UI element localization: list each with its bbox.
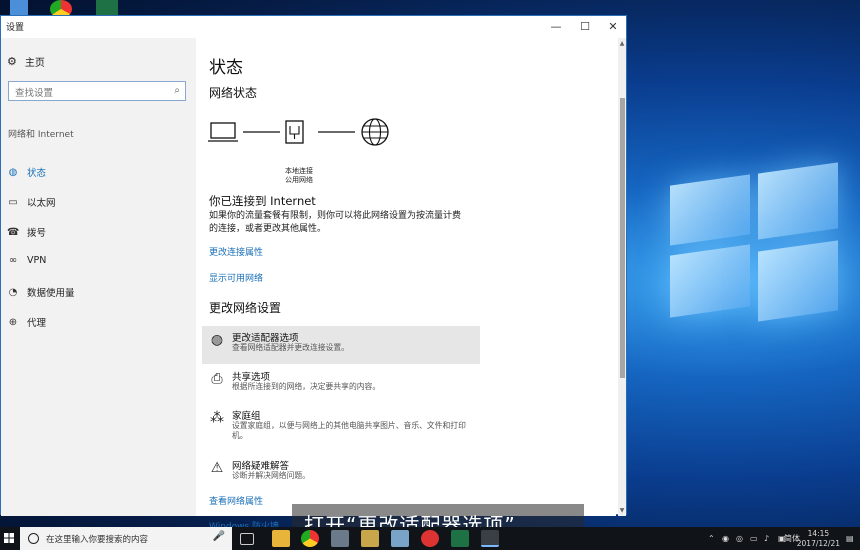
excel-taskbar-icon[interactable] (451, 530, 469, 547)
mail-icon[interactable] (331, 530, 349, 547)
sidebar-item-ethernet[interactable]: ▭ 以太网 (7, 195, 56, 210)
tray-chevron-icon[interactable]: ⌃ (708, 527, 715, 550)
search-icon[interactable]: ⌕ (174, 85, 180, 96)
scrollbar-thumb[interactable] (620, 98, 625, 378)
window-title: 设置 (6, 23, 25, 33)
setting-desc: 根据所连接到的网络，决定要共享的内容。 (232, 382, 381, 391)
internet-globe-icon (361, 118, 389, 146)
sidebar-item-label: VPN (27, 255, 47, 266)
sidebar-item-vpn[interactable]: ∞ VPN (7, 255, 47, 266)
pie-icon: ◔ (8, 286, 18, 298)
maximize-button[interactable]: ☐ (571, 16, 599, 38)
setting-title: 网络疑难解答 (232, 461, 290, 472)
task-view-icon[interactable] (240, 533, 254, 545)
vpn-icon: ∞ (8, 255, 18, 266)
netease-music-icon[interactable] (421, 530, 439, 547)
tray-wechat-icon[interactable]: ◎ (736, 527, 743, 550)
file-explorer-icon[interactable] (272, 530, 290, 547)
connection-status: 你已连接到 Internet (209, 194, 316, 208)
app-icon-4[interactable] (361, 530, 379, 547)
windows-logo-wallpaper (640, 150, 840, 390)
sidebar: ⚙ 主页 查找设置 ⌕ 网络和 Internet ◍ 状态 ▭ 以太网 ☎ 拨号… (1, 38, 196, 516)
microphone-icon[interactable]: 🎤 (213, 531, 225, 542)
connection-description: 如果你的流量套餐有限制，则你可以将此网络设置为按流量计费的连接，或者更改其他属性… (209, 211, 462, 234)
change-connection-properties-link[interactable]: 更改连接属性 (209, 245, 263, 258)
warning-icon: ⚠ (210, 460, 224, 476)
chrome-taskbar-icon[interactable] (301, 530, 319, 547)
minimize-button[interactable]: — (542, 16, 570, 38)
sharing-options-item[interactable]: ⎙ 共享选项 根据所连接到的网络，决定要共享的内容。 (202, 365, 480, 403)
sidebar-item-label: 状态 (27, 168, 47, 179)
globe-icon: ◍ (8, 166, 18, 178)
network-profile-label: 公用网络 (285, 176, 313, 184)
page-title: 状态 (209, 58, 243, 78)
taskbar-search-input[interactable]: 在这里输入你要搜索的内容 🎤 (20, 527, 232, 550)
notification-icon[interactable]: ▤ (846, 527, 854, 550)
sidebar-item-data-usage[interactable]: ◔ 数据使用量 (7, 285, 75, 300)
start-icon[interactable] (0, 527, 18, 550)
settings-window: 设置 — ☐ ✕ ⚙ 主页 查找设置 ⌕ 网络和 Internet ◍ 状态 ▭… (0, 15, 627, 532)
sidebar-item-label: 数据使用量 (27, 288, 75, 299)
setting-title: 家庭组 (232, 411, 261, 422)
scrollbar[interactable]: ▲ ▼ (618, 38, 626, 516)
setting-title: 更改适配器选项 (232, 333, 299, 344)
network-troubleshooter-item[interactable]: ⚠ 网络疑难解答 诊断并解决网络问题。 (202, 454, 480, 492)
show-available-networks-link[interactable]: 显示可用网络 (209, 271, 263, 284)
cortana-icon (28, 533, 39, 544)
setting-desc: 设置家庭组，以便与网络上的其他电脑共享图片、音乐、文件和打印机。 (232, 421, 466, 440)
sidebar-item-dialup[interactable]: ☎ 拨号 (7, 225, 47, 240)
homegroup-icon: ⁂ (210, 410, 224, 426)
monitor-icon: ▭ (8, 196, 18, 208)
clock-time: 14:15 (807, 529, 830, 538)
settings-taskbar-icon[interactable] (481, 530, 499, 547)
taskbar-search-placeholder: 在这里输入你要搜索的内容 (46, 535, 149, 545)
homegroup-item[interactable]: ⁂ 家庭组 设置家庭组，以便与网络上的其他电脑共享图片、音乐、文件和打印机。 (202, 404, 480, 450)
search-input[interactable]: 查找设置 ⌕ (8, 81, 186, 101)
search-placeholder: 查找设置 (15, 88, 54, 99)
title-bar[interactable]: 设置 — ☐ ✕ (1, 16, 626, 38)
scroll-down-icon[interactable]: ▼ (618, 507, 626, 514)
sidebar-item-proxy[interactable]: ⊕ 代理 (7, 315, 47, 330)
adapter-icon: ◍ (210, 332, 224, 348)
setting-desc: 查看网络适配器并更改连接设置。 (232, 343, 349, 352)
ethernet-port-icon (285, 120, 304, 144)
share-icon: ⎙ (211, 371, 223, 387)
adapter-options-item[interactable]: ◍ 更改适配器选项 查看网络适配器并更改连接设置。 (202, 326, 480, 364)
gear-icon: ⚙ (7, 55, 17, 68)
volume-icon[interactable]: ♪ (764, 527, 769, 550)
sidebar-item-label: 代理 (27, 318, 47, 329)
sidebar-item-label: 以太网 (27, 198, 56, 209)
main-content: 状态 网络状态 本地连接 公用网络 你已连接到 Internet 如果你的流量套… (196, 38, 616, 532)
dialup-icon: ☎ (7, 226, 20, 238)
view-network-properties-link[interactable]: 查看网络属性 (209, 494, 263, 507)
globe-icon: ⊕ (8, 316, 18, 328)
close-button[interactable]: ✕ (599, 16, 627, 38)
sidebar-item-status[interactable]: ◍ 状态 (7, 165, 47, 180)
change-settings-heading: 更改网络设置 (209, 301, 282, 315)
network-status-heading: 网络状态 (209, 86, 258, 100)
tray-app-icon[interactable]: ◉ (722, 527, 729, 550)
clock-date: 2017/12/21 (796, 539, 840, 548)
network-tray-icon[interactable]: ▭ (750, 527, 758, 550)
computer-icon (208, 122, 238, 142)
nav-home[interactable]: ⚙ 主页 (7, 54, 45, 69)
sidebar-item-label: 拨号 (27, 228, 47, 239)
setting-title: 共享选项 (232, 372, 271, 383)
taskbar: 在这里输入你要搜索的内容 🎤 ⌃ ◉ ◎ ▭ ♪ ▣ 简体 14:15 2017… (0, 527, 860, 550)
setting-desc: 诊断并解决网络问题。 (232, 471, 310, 480)
app-icon-5[interactable] (391, 530, 409, 547)
nav-home-label: 主页 (24, 58, 45, 69)
nav-section-title: 网络和 Internet (8, 130, 74, 140)
scroll-up-icon[interactable]: ▲ (618, 40, 626, 47)
clock[interactable]: 14:15 2017/12/21 (797, 529, 840, 549)
